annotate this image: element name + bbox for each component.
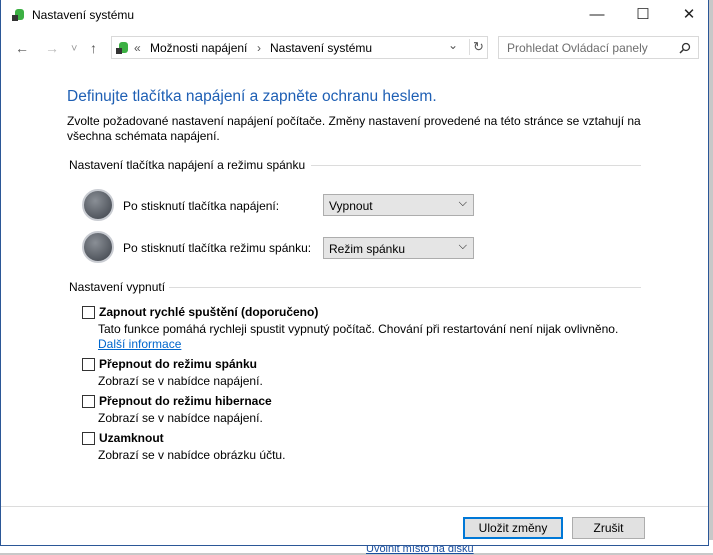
sleep-button-icon [82, 231, 114, 263]
breadcrumb-system-settings[interactable]: Nastavení systému [270, 41, 372, 55]
address-dropdown-icon[interactable]: ⌄ [448, 38, 458, 52]
chevron-down-icon: ⌵ [458, 240, 467, 252]
forward-button[interactable]: → [45, 40, 59, 56]
cancel-button[interactable]: Zrušit [572, 517, 645, 539]
power-button-icon [82, 189, 114, 221]
sleep-label[interactable]: Přepnout do režimu spánku [99, 357, 257, 371]
section-title-shutdown: Nastavení vypnutí [69, 280, 166, 294]
fast-startup-description: Tato funkce pomáhá rychleji spustit vypn… [98, 322, 619, 336]
section-title-buttons: Nastavení tlačítka napájení a režimu spá… [69, 158, 306, 172]
fast-startup-checkbox[interactable] [82, 306, 95, 319]
save-changes-button[interactable]: Uložit změny [463, 517, 563, 539]
minimize-button[interactable]: — [574, 0, 620, 30]
hibernate-description: Zobrazí se v nabídce napájení. [98, 411, 263, 425]
window-title: Nastavení systému [32, 8, 135, 22]
fast-startup-label[interactable]: Zapnout rychlé spuštění (doporučeno) [99, 305, 318, 319]
close-button[interactable]: ✕ [666, 0, 712, 30]
divider [311, 165, 641, 166]
power-button-label: Po stisknutí tlačítka napájení: [123, 199, 280, 213]
page-heading: Definujte tlačítka napájení a zapněte oc… [67, 88, 437, 105]
search-placeholder: Prohledat Ovládací panely [507, 41, 648, 55]
select-value: Vypnout [329, 199, 373, 213]
breadcrumb-separator: › [257, 41, 261, 55]
refresh-icon[interactable]: ↻ [469, 39, 484, 55]
search-input[interactable]: Prohledat Ovládací panely [498, 36, 699, 59]
overflow-chevron[interactable]: « [134, 41, 141, 55]
sleep-description: Zobrazí se v nabídce napájení. [98, 374, 263, 388]
sleep-button-action-select[interactable]: Režim spánku ⌵ [323, 237, 474, 259]
footer-divider [1, 506, 708, 507]
chevron-down-icon: ⌵ [458, 197, 467, 209]
lock-checkbox[interactable] [82, 432, 95, 445]
more-info-link[interactable]: Další informace [98, 337, 181, 351]
page-description: Zvolte požadované nastavení napájení poč… [67, 114, 641, 143]
power-button-action-select[interactable]: Vypnout ⌵ [323, 194, 474, 216]
up-button[interactable]: ↑ [90, 40, 97, 56]
address-bar[interactable]: « Možnosti napájení › Nastavení systému … [111, 36, 488, 59]
divider [169, 287, 641, 288]
hibernate-label[interactable]: Přepnout do režimu hibernace [99, 394, 272, 408]
maximize-button[interactable]: ☐ [620, 0, 666, 30]
back-button[interactable]: ← [15, 40, 29, 56]
sleep-checkbox[interactable] [82, 358, 95, 371]
sleep-button-label: Po stisknutí tlačítka režimu spánku: [123, 241, 312, 255]
lock-label[interactable]: Uzamknout [99, 431, 164, 445]
recent-locations-button[interactable]: ˅ [71, 43, 77, 55]
hibernate-checkbox[interactable] [82, 395, 95, 408]
power-options-icon [12, 9, 24, 21]
breadcrumb-power-options[interactable]: Možnosti napájení [150, 41, 247, 55]
window: Nastavení systému — ☐ ✕ ← → ˅ ↑ « Možnos… [0, 0, 709, 546]
lock-description: Zobrazí se v nabídce obrázku účtu. [98, 448, 286, 462]
power-options-icon [116, 42, 128, 54]
select-value: Režim spánku [329, 242, 406, 256]
search-icon [679, 42, 691, 54]
